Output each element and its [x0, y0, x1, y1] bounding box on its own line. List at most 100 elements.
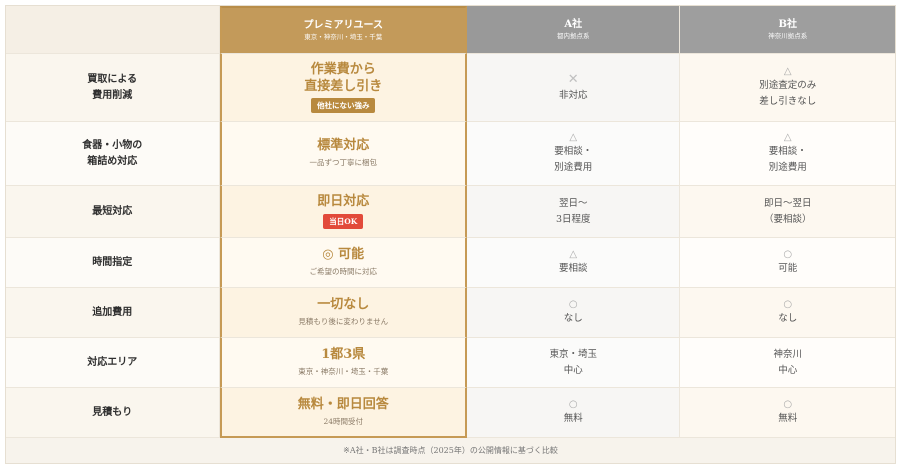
row-label: 最短対応	[6, 186, 220, 238]
row-label-line: 見積もり	[92, 406, 133, 418]
company-b-text: 神奈川	[773, 349, 802, 361]
company-b-text: 可能	[778, 262, 798, 274]
table-row: 追加費用 一切なし見積もり後に変わりません ○ なし ○ なし	[6, 288, 895, 338]
row-label-line: 追加費用	[92, 306, 133, 318]
row-label: 追加費用	[6, 288, 220, 338]
premium-sub-text: 24時間受付	[323, 416, 364, 426]
company-b-cell: ○ なし	[680, 288, 895, 338]
company-b-text: 要相談・	[768, 146, 807, 158]
premium-badge: 他社にない強み	[310, 98, 376, 114]
company-b-text: 中心	[778, 364, 798, 376]
header-company-b: B社 神奈川拠点系	[680, 6, 895, 54]
premium-main-text: 1都3県	[321, 347, 366, 363]
table-row: 見積もり 無料・即日回答 24時間受付 ○ 無料 ○ 無料	[6, 388, 895, 438]
company-a-cell: ✕ 非対応	[466, 54, 681, 122]
company-a-cell: ○ なし	[466, 288, 681, 338]
premium-sub-text: 一品ずつ丁寧に梱包	[309, 158, 377, 168]
premium-sub-text: ご希望の時間に対応	[309, 267, 377, 277]
company-a-text: 非対応	[558, 89, 588, 101]
company-a-text: 要相談	[558, 262, 588, 274]
row-label: 見積もり	[6, 388, 220, 438]
row-label-line: 時間指定	[92, 256, 133, 268]
company-a-cell: 翌日〜 3日程度	[466, 186, 681, 238]
row-label: 買取による 費用削減	[6, 54, 220, 122]
company-a-cell: 東京・埼玉 中心	[466, 338, 681, 388]
header-empty-cell	[6, 6, 220, 54]
row-label-line: 買取による	[87, 73, 138, 85]
rating-mark: ○	[568, 298, 578, 310]
header-b-sub: 神奈川拠点系	[768, 31, 808, 40]
rating-mark: △	[783, 132, 792, 144]
company-a-text: 東京・埼玉	[549, 349, 597, 361]
company-b-cell: 即日〜翌日 （要相談）	[680, 186, 895, 238]
premium-sub-text: 見積もり後に変わりません	[298, 317, 389, 327]
footnote: ※A社・B社は調査時点（2025年）の公開情報に基づく比較	[5, 438, 896, 464]
table-row: 対応エリア 1都3県 東京・神奈川・埼玉・千葉 東京・埼玉 中心 神奈川 中心	[6, 338, 895, 388]
rating-mark: ○	[783, 398, 793, 410]
company-b-text: 別途費用	[768, 161, 807, 173]
header-premium: プレミアリユース 東京・神奈川・埼玉・千葉	[219, 6, 467, 54]
header-premium-sub: 東京・神奈川・埼玉・千葉	[304, 32, 383, 41]
rating-mark: △	[783, 66, 792, 78]
premium-cell: 1都3県東京・神奈川・埼玉・千葉	[219, 338, 467, 388]
company-a-text: 3日程度	[555, 213, 591, 225]
company-b-cell: ○ 可能	[680, 238, 895, 288]
header-a-title: A社	[564, 18, 583, 30]
company-b-cell: ○ 無料	[680, 388, 895, 438]
company-b-cell: 神奈川 中心	[680, 338, 895, 388]
header-company-a: A社 都内拠点系	[466, 6, 681, 54]
company-b-text: なし	[778, 312, 798, 324]
row-label-line: 最短対応	[92, 205, 133, 217]
company-a-text: 別途費用	[554, 161, 593, 173]
company-a-cell: ○ 無料	[466, 388, 681, 438]
row-label-line: 食器・小物の	[82, 139, 143, 151]
row-label: 対応エリア	[6, 338, 220, 388]
table-row: 時間指定 ◎ 可能ご希望の時間に対応 △ 要相談 ○ 可能	[6, 238, 895, 288]
row-label-line: 費用削減	[92, 89, 133, 101]
comparison-section: プレミアリユース 東京・神奈川・埼玉・千葉 A社 都内拠点系 B社 神奈川拠点系…	[5, 5, 896, 464]
company-b-text: 即日〜翌日	[763, 198, 812, 210]
rating-mark: △	[569, 132, 578, 144]
premium-main-text: 一切なし	[317, 297, 370, 313]
table-row: 最短対応 即日対応当日OK 翌日〜 3日程度 即日〜翌日 （要相談）	[6, 186, 895, 238]
rating-mark: ✕	[567, 72, 579, 88]
comparison-table: プレミアリユース 東京・神奈川・埼玉・千葉 A社 都内拠点系 B社 神奈川拠点系…	[5, 5, 896, 438]
company-b-text: 別途査定のみ	[759, 80, 817, 92]
premium-cell: ◎ 可能ご希望の時間に対応	[219, 238, 467, 288]
premium-main-text: 直接差し引き	[304, 78, 383, 94]
premium-main-text: 作業費から	[310, 61, 376, 77]
premium-cell: 作業費から 直接差し引き 他社にない強み	[219, 54, 467, 122]
premium-badge: 当日OK	[323, 213, 364, 229]
premium-cell: 即日対応当日OK	[219, 186, 467, 238]
row-label-line: 箱詰め対応	[87, 155, 138, 167]
premium-main-text: 無料・即日回答	[297, 396, 389, 412]
rating-mark: ○	[783, 298, 793, 310]
premium-main-text: ◎ 可能	[322, 247, 365, 263]
rating-mark: △	[569, 248, 578, 260]
premium-main-text: 即日対応	[317, 194, 370, 210]
company-a-text: 無料	[563, 412, 583, 424]
company-b-text: 差し引きなし	[759, 95, 817, 107]
company-a-text: 翌日〜	[558, 198, 588, 210]
premium-cell: 無料・即日回答 24時間受付	[219, 388, 467, 438]
table-body: 買取による 費用削減 作業費から 直接差し引き 他社にない強み ✕ 非対応 △ 別途査定のみ 差し…	[6, 54, 895, 438]
rating-mark: ○	[783, 248, 793, 260]
header-b-title: B社	[778, 18, 797, 30]
table-row: 食器・小物の 箱詰め対応 標準対応 一品ずつ丁寧に梱包 △ 要相談・ 別途費用 △ 要相談・ 別途…	[6, 122, 895, 186]
company-b-cell: △ 要相談・別途費用	[680, 122, 895, 186]
header-a-sub: 都内拠点系	[556, 31, 590, 40]
header-premium-title: プレミアリユース	[303, 19, 383, 31]
company-b-text: 無料	[778, 412, 798, 424]
premium-cell: 一切なし見積もり後に変わりません	[219, 288, 467, 338]
company-a-cell: △ 要相談・別途費用	[466, 122, 681, 186]
company-b-cell: △ 別途査定のみ 差し引きなし	[680, 54, 895, 122]
table-header-row: プレミアリユース 東京・神奈川・埼玉・千葉 A社 都内拠点系 B社 神奈川拠点系	[6, 6, 895, 54]
company-a-text: なし	[563, 312, 583, 324]
company-a-text: 中心	[563, 364, 583, 376]
row-label: 食器・小物の 箱詰め対応	[6, 122, 220, 186]
company-b-text: （要相談）	[763, 213, 812, 225]
premium-sub-text: 東京・神奈川・埼玉・千葉	[298, 367, 389, 377]
company-a-text: 要相談・	[554, 146, 593, 158]
table-row: 買取による 費用削減 作業費から 直接差し引き 他社にない強み ✕ 非対応 △ 別途査定のみ 差し…	[6, 54, 895, 122]
rating-mark: ○	[568, 398, 578, 410]
